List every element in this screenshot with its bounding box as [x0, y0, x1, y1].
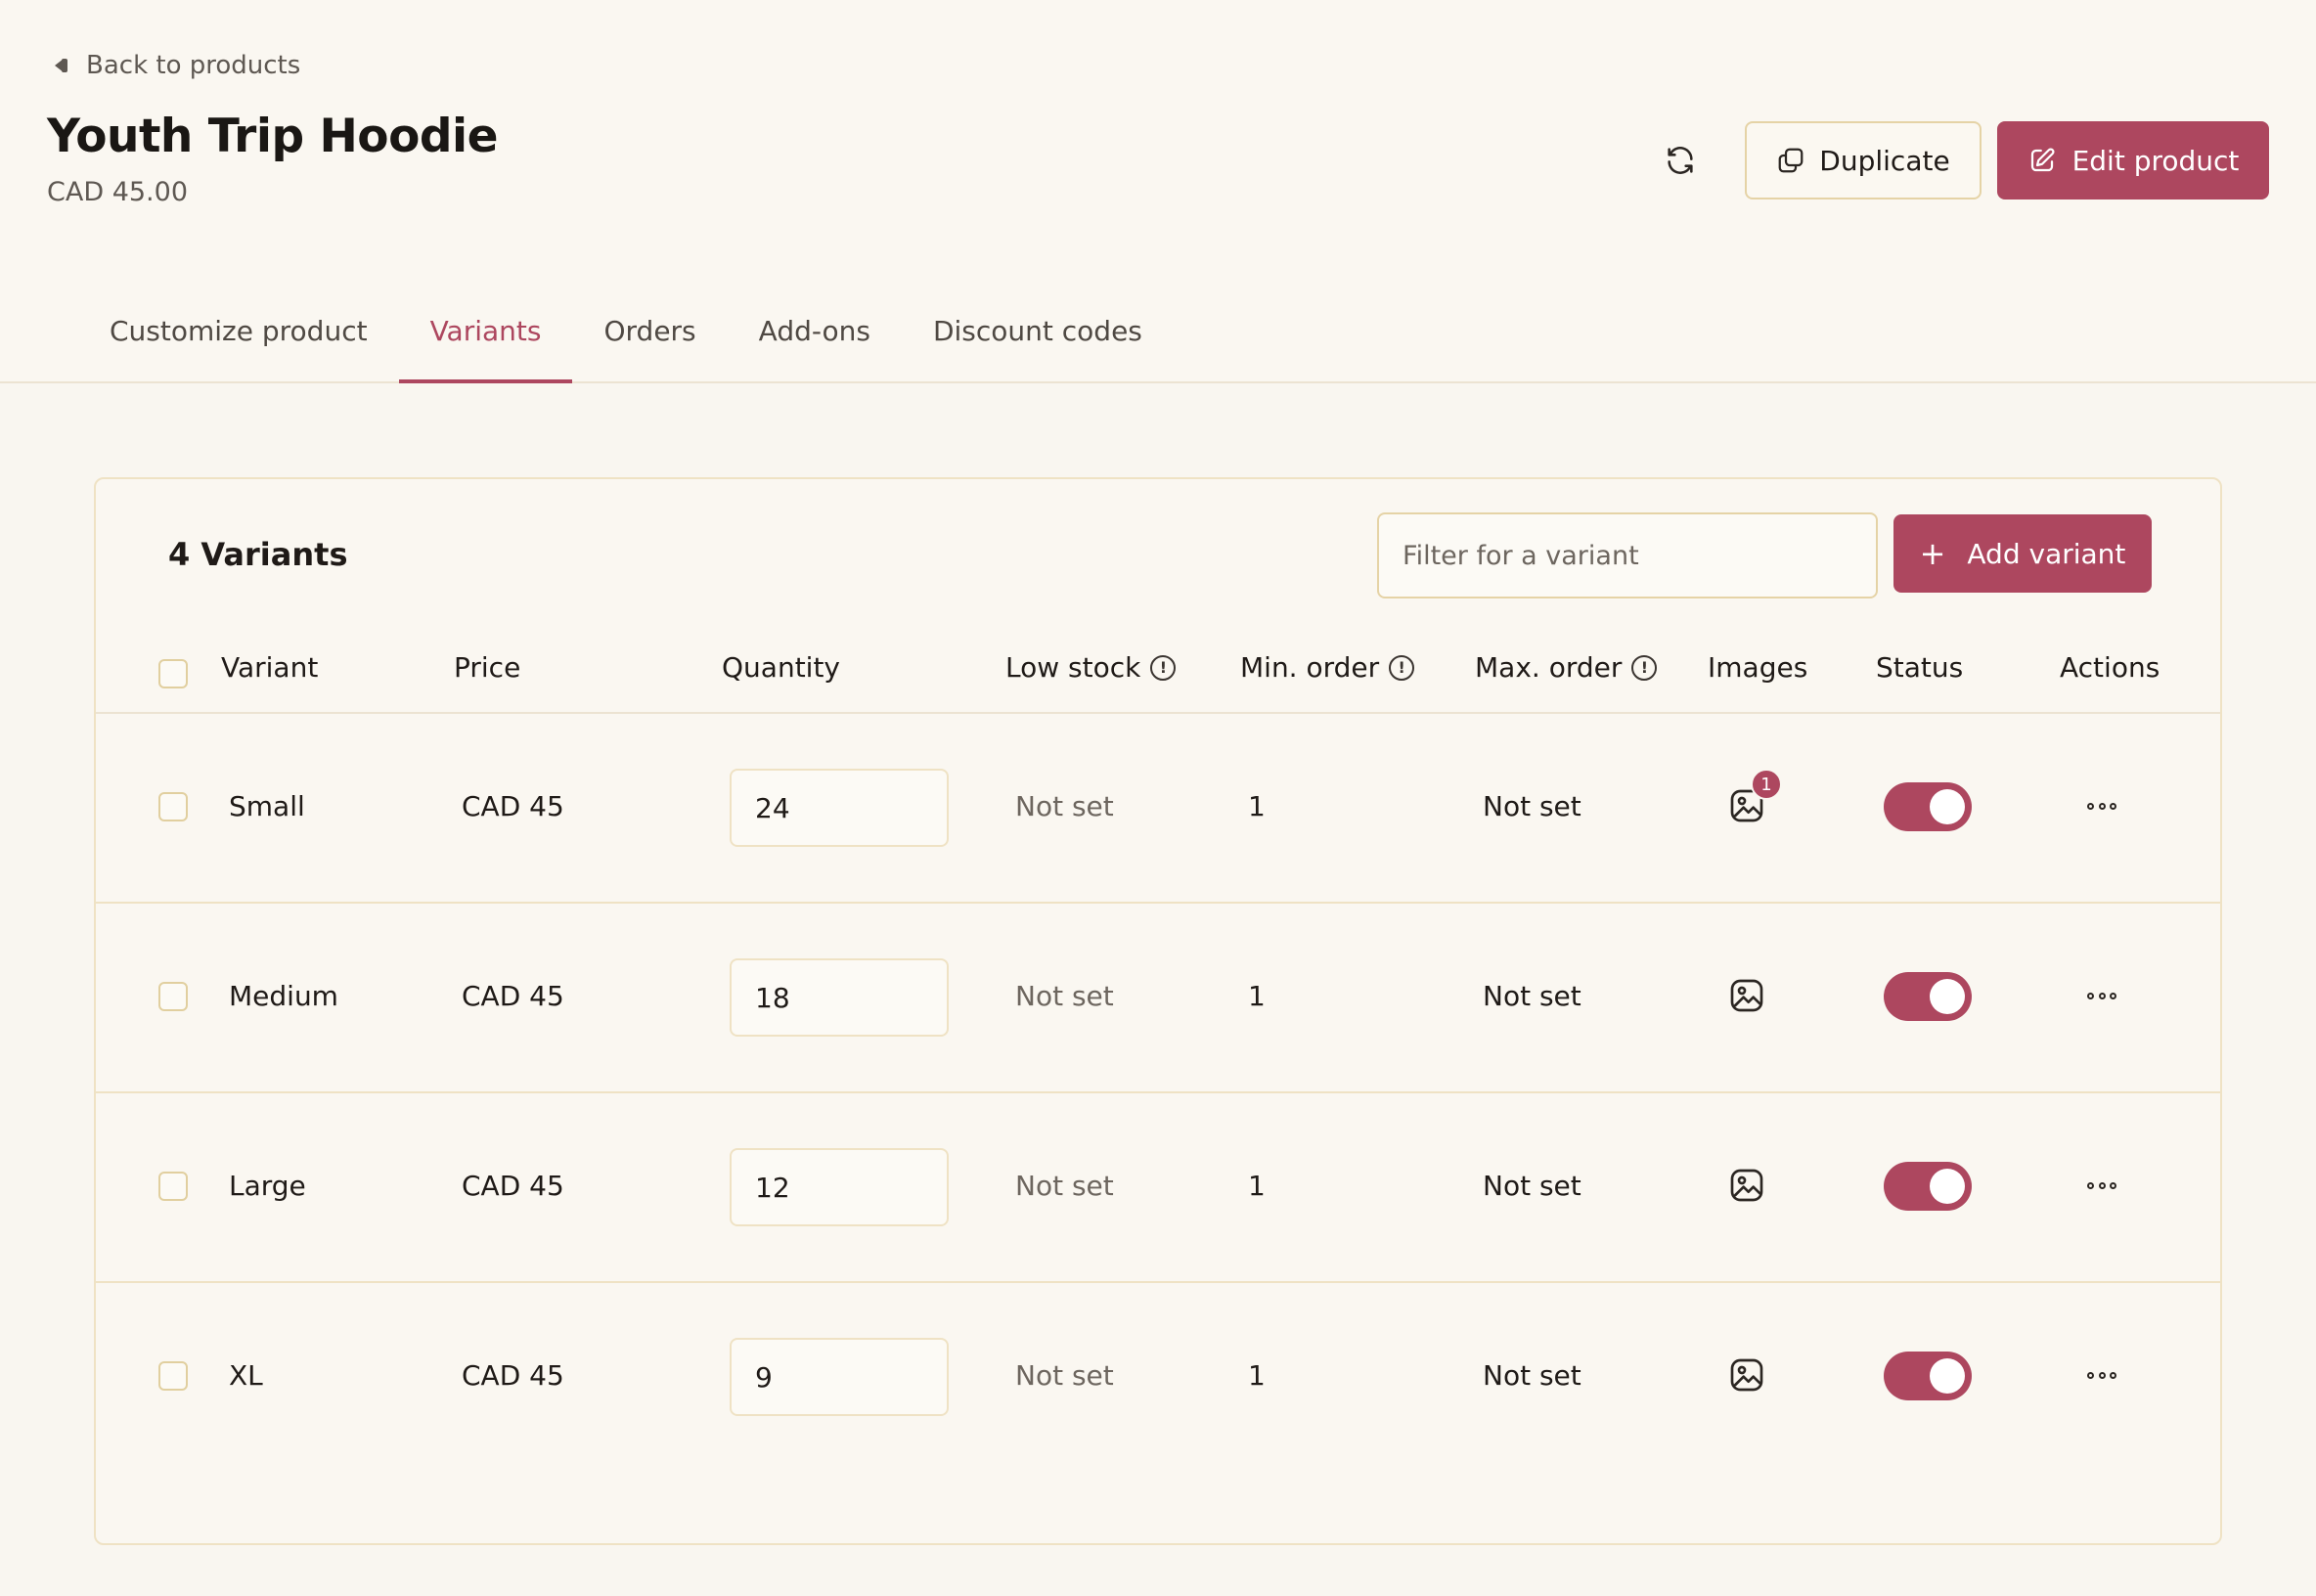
variant-name: Medium — [229, 980, 338, 1012]
column-quantity[interactable]: Quantity — [722, 651, 840, 684]
info-icon[interactable]: ! — [1631, 654, 1658, 681]
column-actions: Actions — [2060, 651, 2160, 684]
variant-name: Large — [229, 1170, 306, 1202]
header-actions: Duplicate Edit product — [1651, 121, 2269, 200]
product-price: CAD 45.00 — [47, 177, 188, 207]
duplicate-icon — [1778, 148, 1804, 173]
refresh-button[interactable] — [1651, 131, 1710, 190]
variant-filter-input[interactable] — [1377, 512, 1878, 598]
status-toggle[interactable] — [1884, 1352, 1972, 1400]
low-stock-value: Not set — [1015, 1170, 1114, 1202]
variant-price: CAD 45 — [462, 980, 564, 1012]
variant-price: CAD 45 — [462, 790, 564, 822]
min-order-value: 1 — [1248, 1170, 1266, 1202]
max-order-value: Not set — [1483, 980, 1581, 1012]
toggle-knob — [1930, 789, 1965, 824]
column-max-order: Max. order ! — [1475, 651, 1658, 684]
info-icon[interactable]: ! — [1389, 654, 1415, 681]
table-row: XL CAD 45 Not set 1 Not set — [96, 1283, 2220, 1473]
image-count-badge: 1 — [1751, 769, 1782, 800]
status-toggle[interactable] — [1884, 972, 1972, 1021]
image-icon[interactable] — [1727, 1355, 1766, 1395]
variant-name: Small — [229, 790, 305, 822]
more-actions-button[interactable] — [2087, 1175, 2116, 1195]
back-arrow-icon — [53, 58, 68, 73]
select-all-checkbox[interactable] — [158, 659, 188, 688]
tab-customize-product[interactable]: Customize product — [78, 315, 399, 381]
more-actions-button[interactable] — [2087, 796, 2116, 816]
refresh-icon — [1668, 147, 1693, 174]
quantity-input[interactable] — [730, 769, 949, 847]
table-body: Small CAD 45 Not set 1 Not set 1 Medium … — [96, 714, 2220, 1473]
more-actions-button[interactable] — [2087, 986, 2116, 1005]
column-min-order-label: Min. order — [1240, 651, 1380, 684]
edit-product-label: Edit product — [2071, 144, 2240, 177]
max-order-value: Not set — [1483, 1170, 1581, 1202]
max-order-value: Not set — [1483, 790, 1581, 822]
table-row: Large CAD 45 Not set 1 Not set — [96, 1093, 2220, 1283]
variants-count: 4 Variants — [168, 536, 348, 573]
max-order-value: Not set — [1483, 1359, 1581, 1392]
back-label: Back to products — [86, 51, 301, 80]
row-checkbox[interactable] — [158, 792, 188, 821]
column-variant[interactable]: Variant — [221, 651, 318, 684]
row-checkbox[interactable] — [158, 1361, 188, 1391]
info-icon[interactable]: ! — [1150, 654, 1177, 681]
page-header: Back to products Youth Trip Hoodie CAD 4… — [0, 0, 2316, 383]
column-low-stock: Low stock ! — [1005, 651, 1177, 684]
variant-name: XL — [229, 1359, 263, 1392]
variants-card: 4 Variants + Add variant Variant Price Q… — [94, 477, 2222, 1545]
low-stock-value: Not set — [1015, 980, 1114, 1012]
min-order-value: 1 — [1248, 1359, 1266, 1392]
status-toggle[interactable] — [1884, 1162, 1972, 1211]
tab-add-ons[interactable]: Add-ons — [728, 315, 902, 381]
add-variant-label: Add variant — [1967, 537, 2126, 570]
column-low-stock-label: Low stock — [1005, 651, 1141, 684]
variant-price: CAD 45 — [462, 1170, 564, 1202]
tab-variants[interactable]: Variants — [398, 315, 573, 383]
table-row: Small CAD 45 Not set 1 Not set 1 — [96, 714, 2220, 904]
page-title: Youth Trip Hoodie — [47, 110, 499, 163]
quantity-input[interactable] — [730, 1338, 949, 1416]
low-stock-value: Not set — [1015, 1359, 1114, 1392]
column-images: Images — [1708, 651, 1808, 684]
edit-product-button[interactable]: Edit product — [1997, 121, 2269, 200]
table-header: Variant Price Quantity Low stock ! Min. … — [96, 636, 2220, 714]
status-toggle[interactable] — [1884, 782, 1972, 831]
row-checkbox[interactable] — [158, 1172, 188, 1201]
min-order-value: 1 — [1248, 790, 1266, 822]
quantity-input[interactable] — [730, 1148, 949, 1226]
column-max-order-label: Max. order — [1475, 651, 1623, 684]
column-price[interactable]: Price — [454, 651, 520, 684]
table-row: Medium CAD 45 Not set 1 Not set — [96, 904, 2220, 1093]
edit-icon — [2030, 148, 2055, 172]
variant-price: CAD 45 — [462, 1359, 564, 1392]
toggle-knob — [1930, 1358, 1965, 1394]
toggle-knob — [1930, 1169, 1965, 1204]
low-stock-value: Not set — [1015, 790, 1114, 822]
add-variant-button[interactable]: + Add variant — [1893, 514, 2152, 593]
duplicate-label: Duplicate — [1819, 144, 1950, 177]
toggle-knob — [1930, 979, 1965, 1014]
product-tabs: Customize product Variants Orders Add-on… — [78, 315, 1174, 383]
column-status: Status — [1876, 651, 1964, 684]
tab-orders[interactable]: Orders — [572, 315, 727, 381]
plus-icon: + — [1919, 535, 1946, 572]
quantity-input[interactable] — [730, 958, 949, 1037]
row-checkbox[interactable] — [158, 982, 188, 1011]
image-icon[interactable] — [1727, 1166, 1766, 1205]
duplicate-button[interactable]: Duplicate — [1745, 121, 1982, 200]
tab-discount-codes[interactable]: Discount codes — [902, 315, 1174, 381]
image-icon[interactable] — [1727, 976, 1766, 1015]
back-to-products-link[interactable]: Back to products — [53, 51, 300, 80]
column-min-order: Min. order ! — [1240, 651, 1415, 684]
min-order-value: 1 — [1248, 980, 1266, 1012]
variants-card-header: 4 Variants + Add variant — [96, 479, 2220, 636]
more-actions-button[interactable] — [2087, 1365, 2116, 1385]
